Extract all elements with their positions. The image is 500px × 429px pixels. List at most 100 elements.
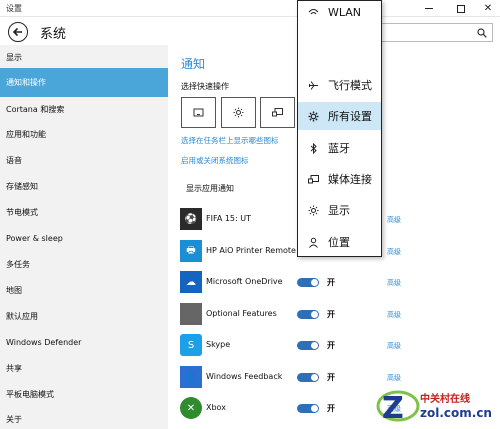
title-bar: 设置 ✕: [0, 0, 500, 17]
popup-item-label: 显示: [328, 204, 350, 217]
toggle-label: 开: [327, 373, 335, 382]
popup-item-label: WLAN: [328, 5, 362, 19]
toggle-label: 开: [327, 404, 335, 413]
sidebar-item-about[interactable]: 关于: [0, 409, 168, 429]
wifi-icon: [298, 7, 328, 18]
minimize-icon: [425, 8, 433, 9]
back-arrow-icon: [12, 27, 22, 37]
quick-action-tile-connect[interactable]: [260, 97, 295, 128]
popup-item-location[interactable]: 位置: [298, 228, 381, 256]
sidebar-item-sharing[interactable]: 共享: [0, 356, 168, 380]
sidebar-item-defender[interactable]: Windows Defender: [0, 330, 168, 354]
search-icon: [477, 28, 487, 38]
svg-text:Z: Z: [382, 391, 404, 424]
quick-action-tile-tablet[interactable]: [181, 97, 216, 128]
header: 系统: [0, 18, 500, 45]
back-button[interactable]: [8, 22, 28, 42]
sidebar-item-maps[interactable]: 地图: [0, 278, 168, 302]
brightness-icon: [298, 205, 328, 216]
popup-item-all-settings[interactable]: 所有设置: [298, 102, 381, 130]
onedrive-icon: ☁: [180, 271, 202, 293]
connect-icon: [272, 108, 283, 117]
feedback-icon: 👤: [180, 366, 202, 388]
popup-item-display[interactable]: 显示: [298, 196, 381, 224]
zol-logo: Z: [376, 390, 420, 424]
sidebar-item-storage[interactable]: 存储感知: [0, 174, 168, 198]
notification-toggle[interactable]: [297, 373, 319, 382]
sidebar-item-multitasking[interactable]: 多任务: [0, 252, 168, 276]
maximize-icon: [457, 4, 465, 13]
airplane-icon: [298, 80, 328, 91]
app-name: Skype: [206, 340, 231, 349]
app-name: Optional Features: [206, 309, 277, 318]
sidebar-item-tablet-mode[interactable]: 平板电脑模式: [0, 382, 168, 406]
sidebar-item-notifications[interactable]: 通知和操作: [0, 68, 168, 97]
close-button[interactable]: ✕: [474, 0, 500, 17]
page-title: 系统: [40, 27, 67, 42]
app-row: ☁ Microsoft OneDrive 开 高级: [180, 268, 500, 296]
notification-toggle[interactable]: [297, 404, 319, 413]
minimize-button[interactable]: [415, 0, 443, 17]
xbox-icon: ✕: [180, 397, 202, 419]
app-name: Microsoft OneDrive: [206, 277, 283, 286]
connect-icon: [298, 174, 328, 185]
advanced-link[interactable]: 高级: [387, 373, 401, 383]
show-app-notifications-label: 显示应用通知: [186, 184, 234, 193]
advanced-link[interactable]: 高级: [387, 341, 401, 351]
sidebar-item-power-sleep[interactable]: Power & sleep: [0, 226, 168, 250]
window-title: 设置: [6, 4, 22, 13]
toggle-label: 开: [327, 341, 335, 350]
popup-item-bluetooth[interactable]: 蓝牙: [298, 134, 381, 162]
taskbar-icons-link[interactable]: 选择在任务栏上显示哪些图标: [181, 135, 279, 146]
section-title: 通知: [181, 57, 206, 71]
toggle-label: 开: [327, 310, 335, 319]
popup-item-wlan[interactable]: WLAN: [298, 1, 381, 23]
app-name: Windows Feedback: [206, 372, 283, 381]
quick-action-tile-brightness[interactable]: [221, 97, 256, 128]
advanced-link[interactable]: 高级: [387, 278, 401, 288]
popup-item-label: 媒体连接: [328, 173, 372, 186]
advanced-link[interactable]: 高级: [387, 247, 401, 257]
app-row: Optional Features 开 高级: [180, 300, 500, 328]
popup-item-airplane[interactable]: 飞行模式: [298, 71, 381, 99]
watermark-cn: 中关村在线: [420, 394, 470, 405]
gear-icon: [298, 111, 328, 122]
location-icon: [298, 237, 328, 248]
optional-features-icon: [180, 303, 202, 325]
system-icons-link[interactable]: 启用或关闭系统图标: [181, 155, 249, 166]
fifa-icon: ⚽: [180, 208, 202, 230]
tablet-icon: [193, 108, 204, 117]
bluetooth-icon: [298, 142, 328, 154]
sidebar-item-speech[interactable]: 语音: [0, 148, 168, 172]
printer-icon: 🖶: [180, 240, 202, 262]
app-row: S Skype 开 高级: [180, 331, 500, 359]
maximize-button[interactable]: [447, 0, 475, 17]
sidebar-item-cortana[interactable]: Cortana 和搜索: [0, 97, 168, 121]
popup-item-label: 所有设置: [328, 110, 372, 123]
app-name: Xbox: [206, 403, 226, 412]
advanced-link[interactable]: 高级: [387, 215, 401, 225]
app-name: FIFA 15: UT: [206, 214, 252, 223]
toggle-label: 开: [327, 278, 335, 287]
notification-toggle[interactable]: [297, 310, 319, 319]
watermark: Z 中关村在线 zol.com.cn: [372, 384, 498, 428]
sidebar-item-battery-saver[interactable]: 节电模式: [0, 200, 168, 224]
popup-item-label: 蓝牙: [328, 142, 350, 155]
advanced-link[interactable]: 高级: [387, 310, 401, 320]
quick-actions-popup: WLAN 飞行模式 所有设置 蓝牙 媒体连接 显示 位置: [297, 0, 382, 257]
quick-actions-label: 选择快速操作: [181, 82, 229, 91]
sidebar-item-apps[interactable]: 应用和功能: [0, 122, 168, 146]
close-icon: ✕: [483, 3, 493, 14]
brightness-icon: [233, 107, 244, 118]
skype-icon: S: [180, 334, 202, 356]
app-name: HP AiO Printer Remote: [206, 246, 296, 255]
notification-toggle[interactable]: [297, 278, 319, 287]
popup-item-connect[interactable]: 媒体连接: [298, 165, 381, 193]
sidebar: 显示 通知和操作 Cortana 和搜索 应用和功能 语音 存储感知 节电模式 …: [0, 45, 168, 429]
notification-toggle[interactable]: [297, 341, 319, 350]
sidebar-item-display[interactable]: 显示: [0, 45, 168, 69]
search-input[interactable]: [380, 23, 493, 42]
popup-item-label: 飞行模式: [328, 79, 372, 92]
popup-item-label: 位置: [328, 236, 350, 249]
sidebar-item-default-apps[interactable]: 默认应用: [0, 304, 168, 328]
